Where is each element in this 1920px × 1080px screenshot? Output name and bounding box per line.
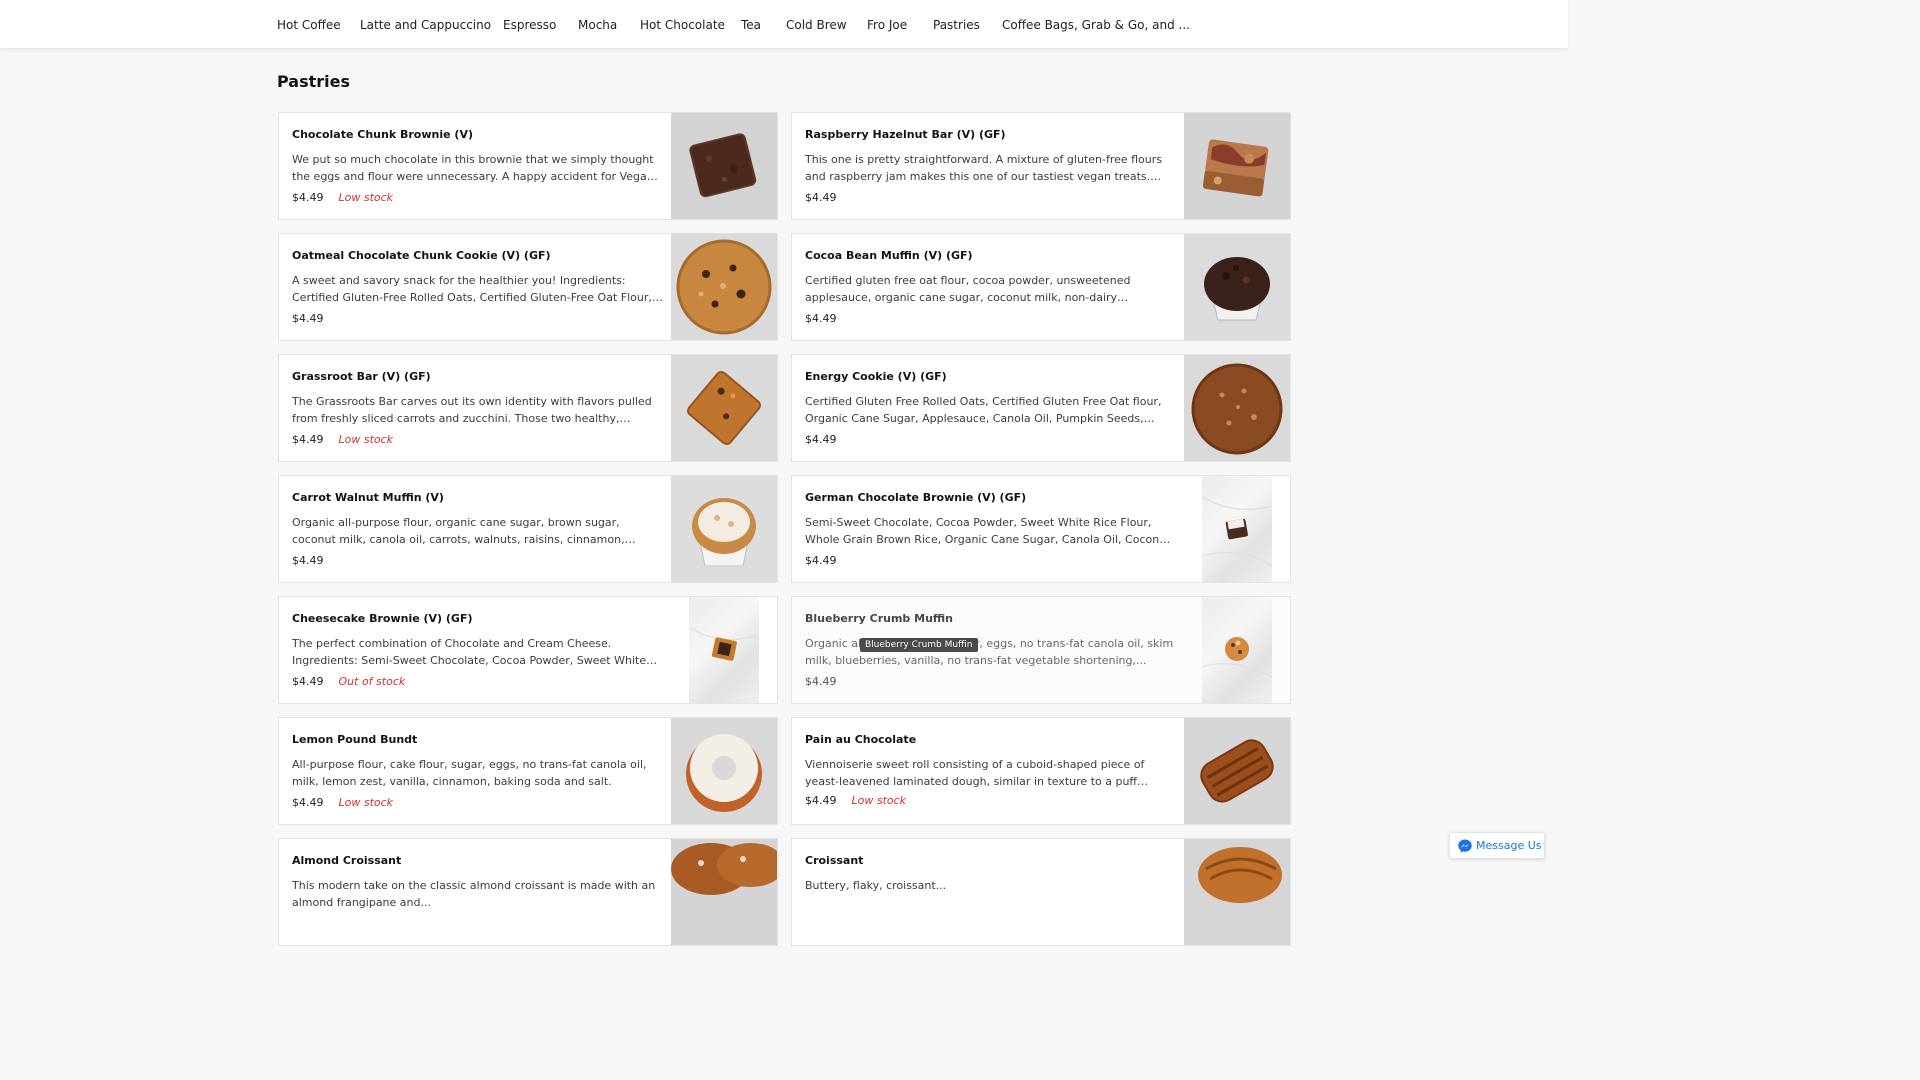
product-card[interactable]: Pain au Chocolate Viennoiserie sweet rol… — [791, 717, 1291, 825]
product-description: Certified gluten free oat flour, cocoa p… — [805, 274, 1131, 304]
nav-hot-coffee[interactable]: Hot Coffee — [277, 0, 341, 49]
product-image — [1184, 718, 1290, 824]
product-name: Chocolate Chunk Brownie (V) — [292, 128, 473, 141]
product-description: All-purpose flour, cake flour, sugar, eg… — [292, 758, 647, 788]
product-card[interactable]: Raspberry Hazelnut Bar (V) (GF) This one… — [791, 112, 1291, 220]
product-image — [1184, 839, 1290, 945]
product-price: $4.49 — [805, 191, 837, 204]
nav-espresso[interactable]: Espresso — [503, 0, 556, 49]
product-description: The perfect combination of Chocolate and… — [292, 637, 647, 667]
product-name: Carrot Walnut Muffin (V) — [292, 491, 444, 504]
stock-status: Low stock — [338, 191, 394, 204]
product-price: $4.49 — [292, 554, 324, 567]
product-card[interactable]: Chocolate Chunk Brownie (V) We put so mu… — [278, 112, 778, 220]
nav-fro-joe[interactable]: Fro Joe — [867, 0, 907, 49]
product-description: This modern take on the classic almond c… — [292, 879, 656, 909]
tooltip: Blueberry Crumb Muffin — [860, 638, 978, 652]
product-image — [671, 839, 777, 945]
stock-status: Out of stock — [338, 675, 406, 688]
nav-hot-chocolate[interactable]: Hot Chocolate — [640, 0, 725, 49]
messenger-icon — [1457, 838, 1473, 854]
product-description: Semi-Sweet Chocolate, Cocoa Powder, Swee… — [805, 516, 1171, 546]
nav-tea[interactable]: Tea — [741, 0, 761, 49]
product-name: Grassroot Bar (V) (GF) — [292, 370, 431, 383]
product-image — [671, 718, 777, 824]
product-image — [689, 597, 759, 703]
product-image — [1184, 234, 1290, 340]
message-us-button[interactable]: Message Us — [1449, 832, 1545, 859]
stock-status: Low stock — [851, 794, 907, 807]
product-name: Energy Cookie (V) (GF) — [805, 370, 947, 383]
product-card[interactable]: Oatmeal Chocolate Chunk Cookie (V) (GF) … — [278, 233, 778, 341]
product-image — [671, 234, 777, 340]
product-name: Pain au Chocolate — [805, 733, 917, 746]
product-name: Croissant — [805, 854, 864, 867]
product-card[interactable]: Carrot Walnut Muffin (V) Organic all-pur… — [278, 475, 778, 583]
product-price: $4.49 — [292, 191, 324, 204]
product-price: $4.49 — [805, 554, 837, 567]
product-name: Blueberry Crumb Muffin — [805, 612, 954, 625]
product-price: $4.49 — [805, 433, 837, 446]
nav-mocha[interactable]: Mocha — [578, 0, 617, 49]
section-title: Pastries — [277, 72, 351, 91]
product-description: The Grassroots Bar carves out its own id… — [292, 395, 652, 425]
product-card[interactable]: Cheesecake Brownie (V) (GF) The perfect … — [278, 596, 778, 704]
product-price: $4.49 — [805, 312, 837, 325]
product-card[interactable]: Lemon Pound Bundt All-purpose flour, cak… — [278, 717, 778, 825]
product-card[interactable]: Croissant Buttery, flaky, croissant... — [791, 838, 1291, 946]
product-price: $4.49 — [292, 433, 324, 446]
product-price: $4.49 — [292, 312, 324, 325]
product-name: Cocoa Bean Muffin (V) (GF) — [805, 249, 973, 262]
product-price: $4.49 — [292, 796, 324, 809]
product-card[interactable]: German Chocolate Brownie (V) (GF) Semi-S… — [791, 475, 1291, 583]
product-name: Almond Croissant — [292, 854, 402, 867]
product-card[interactable]: Grassroot Bar (V) (GF) The Grassroots Ba… — [278, 354, 778, 462]
product-image — [1202, 476, 1272, 582]
product-card[interactable]: Cocoa Bean Muffin (V) (GF) Certified glu… — [791, 233, 1291, 341]
product-description: Viennoiserie sweet roll consisting of a … — [805, 758, 1145, 788]
category-nav: Hot Coffee Latte and Cappuccino Espresso… — [0, 0, 1568, 49]
product-price: $4.49 — [292, 675, 324, 688]
product-image — [671, 476, 777, 582]
stock-status: Low stock — [338, 433, 394, 446]
product-image — [1184, 113, 1290, 219]
product-price: $4.49 — [805, 794, 837, 807]
product-image — [671, 113, 777, 219]
nav-coffee-bags[interactable]: Coffee Bags, Grab & Go, and ... — [1002, 0, 1190, 49]
nav-pastries[interactable]: Pastries — [933, 0, 980, 49]
product-description: Organic all-purpose flour, organic cane … — [292, 516, 625, 546]
message-us-label: Message Us — [1476, 839, 1542, 852]
product-description: This one is pretty straightforward. A mi… — [805, 153, 1163, 183]
product-name: Cheesecake Brownie (V) (GF) — [292, 612, 473, 625]
product-image — [1184, 355, 1290, 461]
product-name: Oatmeal Chocolate Chunk Cookie (V) (GF) — [292, 249, 551, 262]
product-price: $4.49 — [805, 675, 837, 688]
product-description: Certified Gluten Free Rolled Oats, Certi… — [805, 395, 1162, 425]
product-name: German Chocolate Brownie (V) (GF) — [805, 491, 1027, 504]
product-name: Lemon Pound Bundt — [292, 733, 418, 746]
product-image — [671, 355, 777, 461]
product-description: Buttery, flaky, croissant... — [805, 879, 947, 892]
product-description: We put so much chocolate in this brownie… — [292, 153, 660, 183]
product-card[interactable]: Energy Cookie (V) (GF) Certified Gluten … — [791, 354, 1291, 462]
product-description: A sweet and savory snack for the healthi… — [292, 274, 652, 304]
nav-cold-brew[interactable]: Cold Brew — [786, 0, 847, 49]
product-image — [1202, 597, 1272, 703]
product-name: Raspberry Hazelnut Bar (V) (GF) — [805, 128, 1006, 141]
nav-latte-cappuccino[interactable]: Latte and Cappuccino — [360, 0, 491, 49]
product-card[interactable]: Almond Croissant This modern take on the… — [278, 838, 778, 946]
stock-status: Low stock — [338, 796, 394, 809]
